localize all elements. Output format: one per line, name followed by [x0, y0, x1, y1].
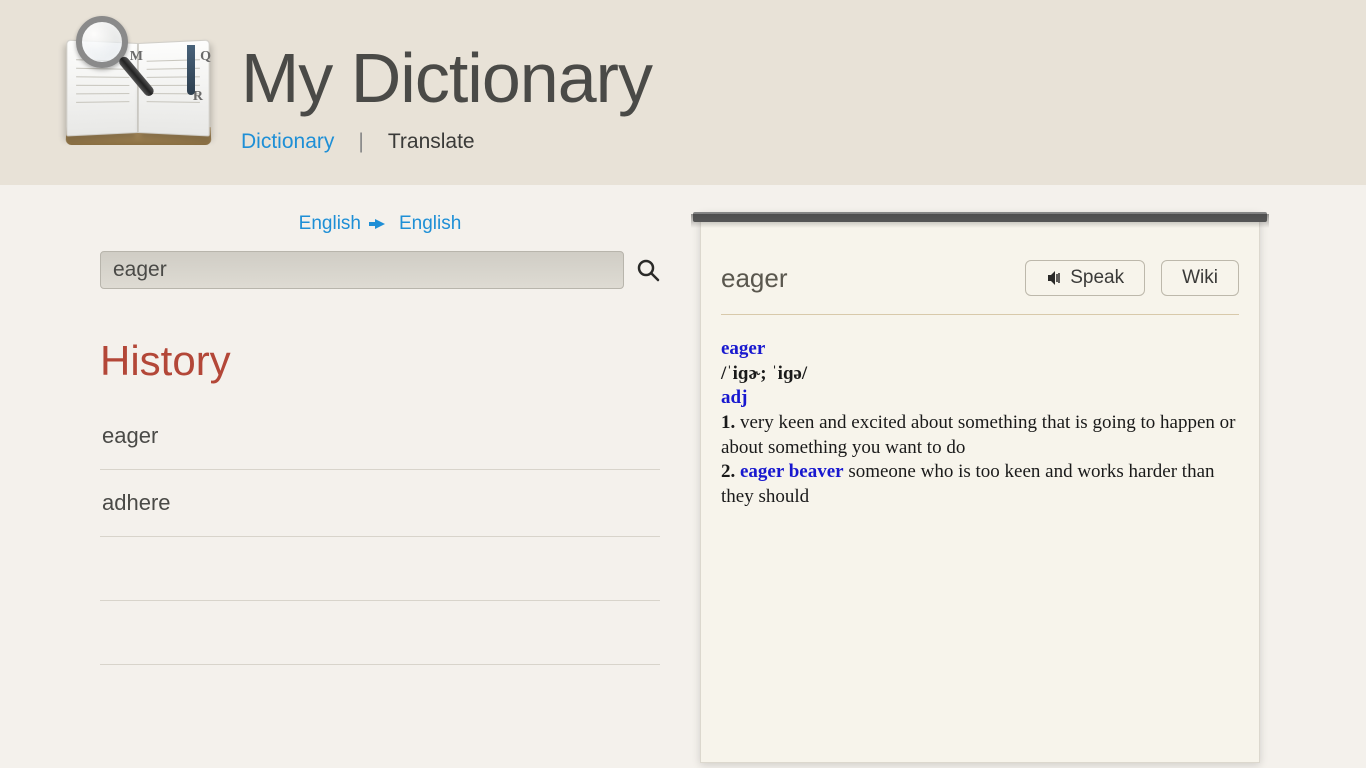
wiki-label: Wiki [1182, 267, 1218, 289]
search-button[interactable] [636, 258, 660, 282]
lang-from[interactable]: English [299, 213, 361, 235]
history-empty-row [100, 601, 660, 665]
search-input[interactable] [100, 251, 624, 289]
history-item[interactable]: adhere [100, 470, 660, 537]
tab-separator: | [358, 130, 363, 154]
language-selector[interactable]: English English [100, 213, 660, 235]
speak-button[interactable]: Speak [1025, 260, 1145, 296]
history-empty-row [100, 537, 660, 601]
definition-pronunciation: /ˈiɡɚ; ˈiɡə/ [721, 363, 807, 384]
tab-dictionary[interactable]: Dictionary [241, 130, 334, 154]
tab-bar: Dictionary | Translate [241, 130, 652, 154]
history-title: History [100, 337, 660, 385]
definition-body: eager /ˈiɡɚ; ˈiɡə/ adj 1. very keen and … [721, 315, 1239, 510]
wiki-button[interactable]: Wiki [1161, 260, 1239, 296]
app-logo: M Q R [56, 10, 231, 160]
definition-word: eager [721, 263, 788, 294]
definition-pos: adj [721, 387, 747, 408]
definition-sense: 1. very keen and excited about something… [721, 411, 1239, 460]
definition-panel: eager Speak Wiki eager /ˈiɡɚ; ˈiɡə/ [700, 213, 1260, 763]
history-item[interactable]: eager [100, 403, 660, 470]
definition-sense: 2. eager beaver someone who is too keen … [721, 460, 1239, 509]
tab-translate[interactable]: Translate [388, 130, 475, 154]
lang-to[interactable]: English [399, 213, 461, 235]
app-title: My Dictionary [241, 38, 652, 118]
definition-headword: eager [721, 338, 765, 359]
search-icon [636, 258, 660, 282]
speak-label: Speak [1070, 267, 1124, 289]
arrow-right-icon [375, 219, 385, 229]
magnifier-icon [76, 16, 146, 106]
header: M Q R My Dictionary Dictionary | Transla… [0, 0, 1366, 185]
speaker-icon [1046, 270, 1062, 286]
